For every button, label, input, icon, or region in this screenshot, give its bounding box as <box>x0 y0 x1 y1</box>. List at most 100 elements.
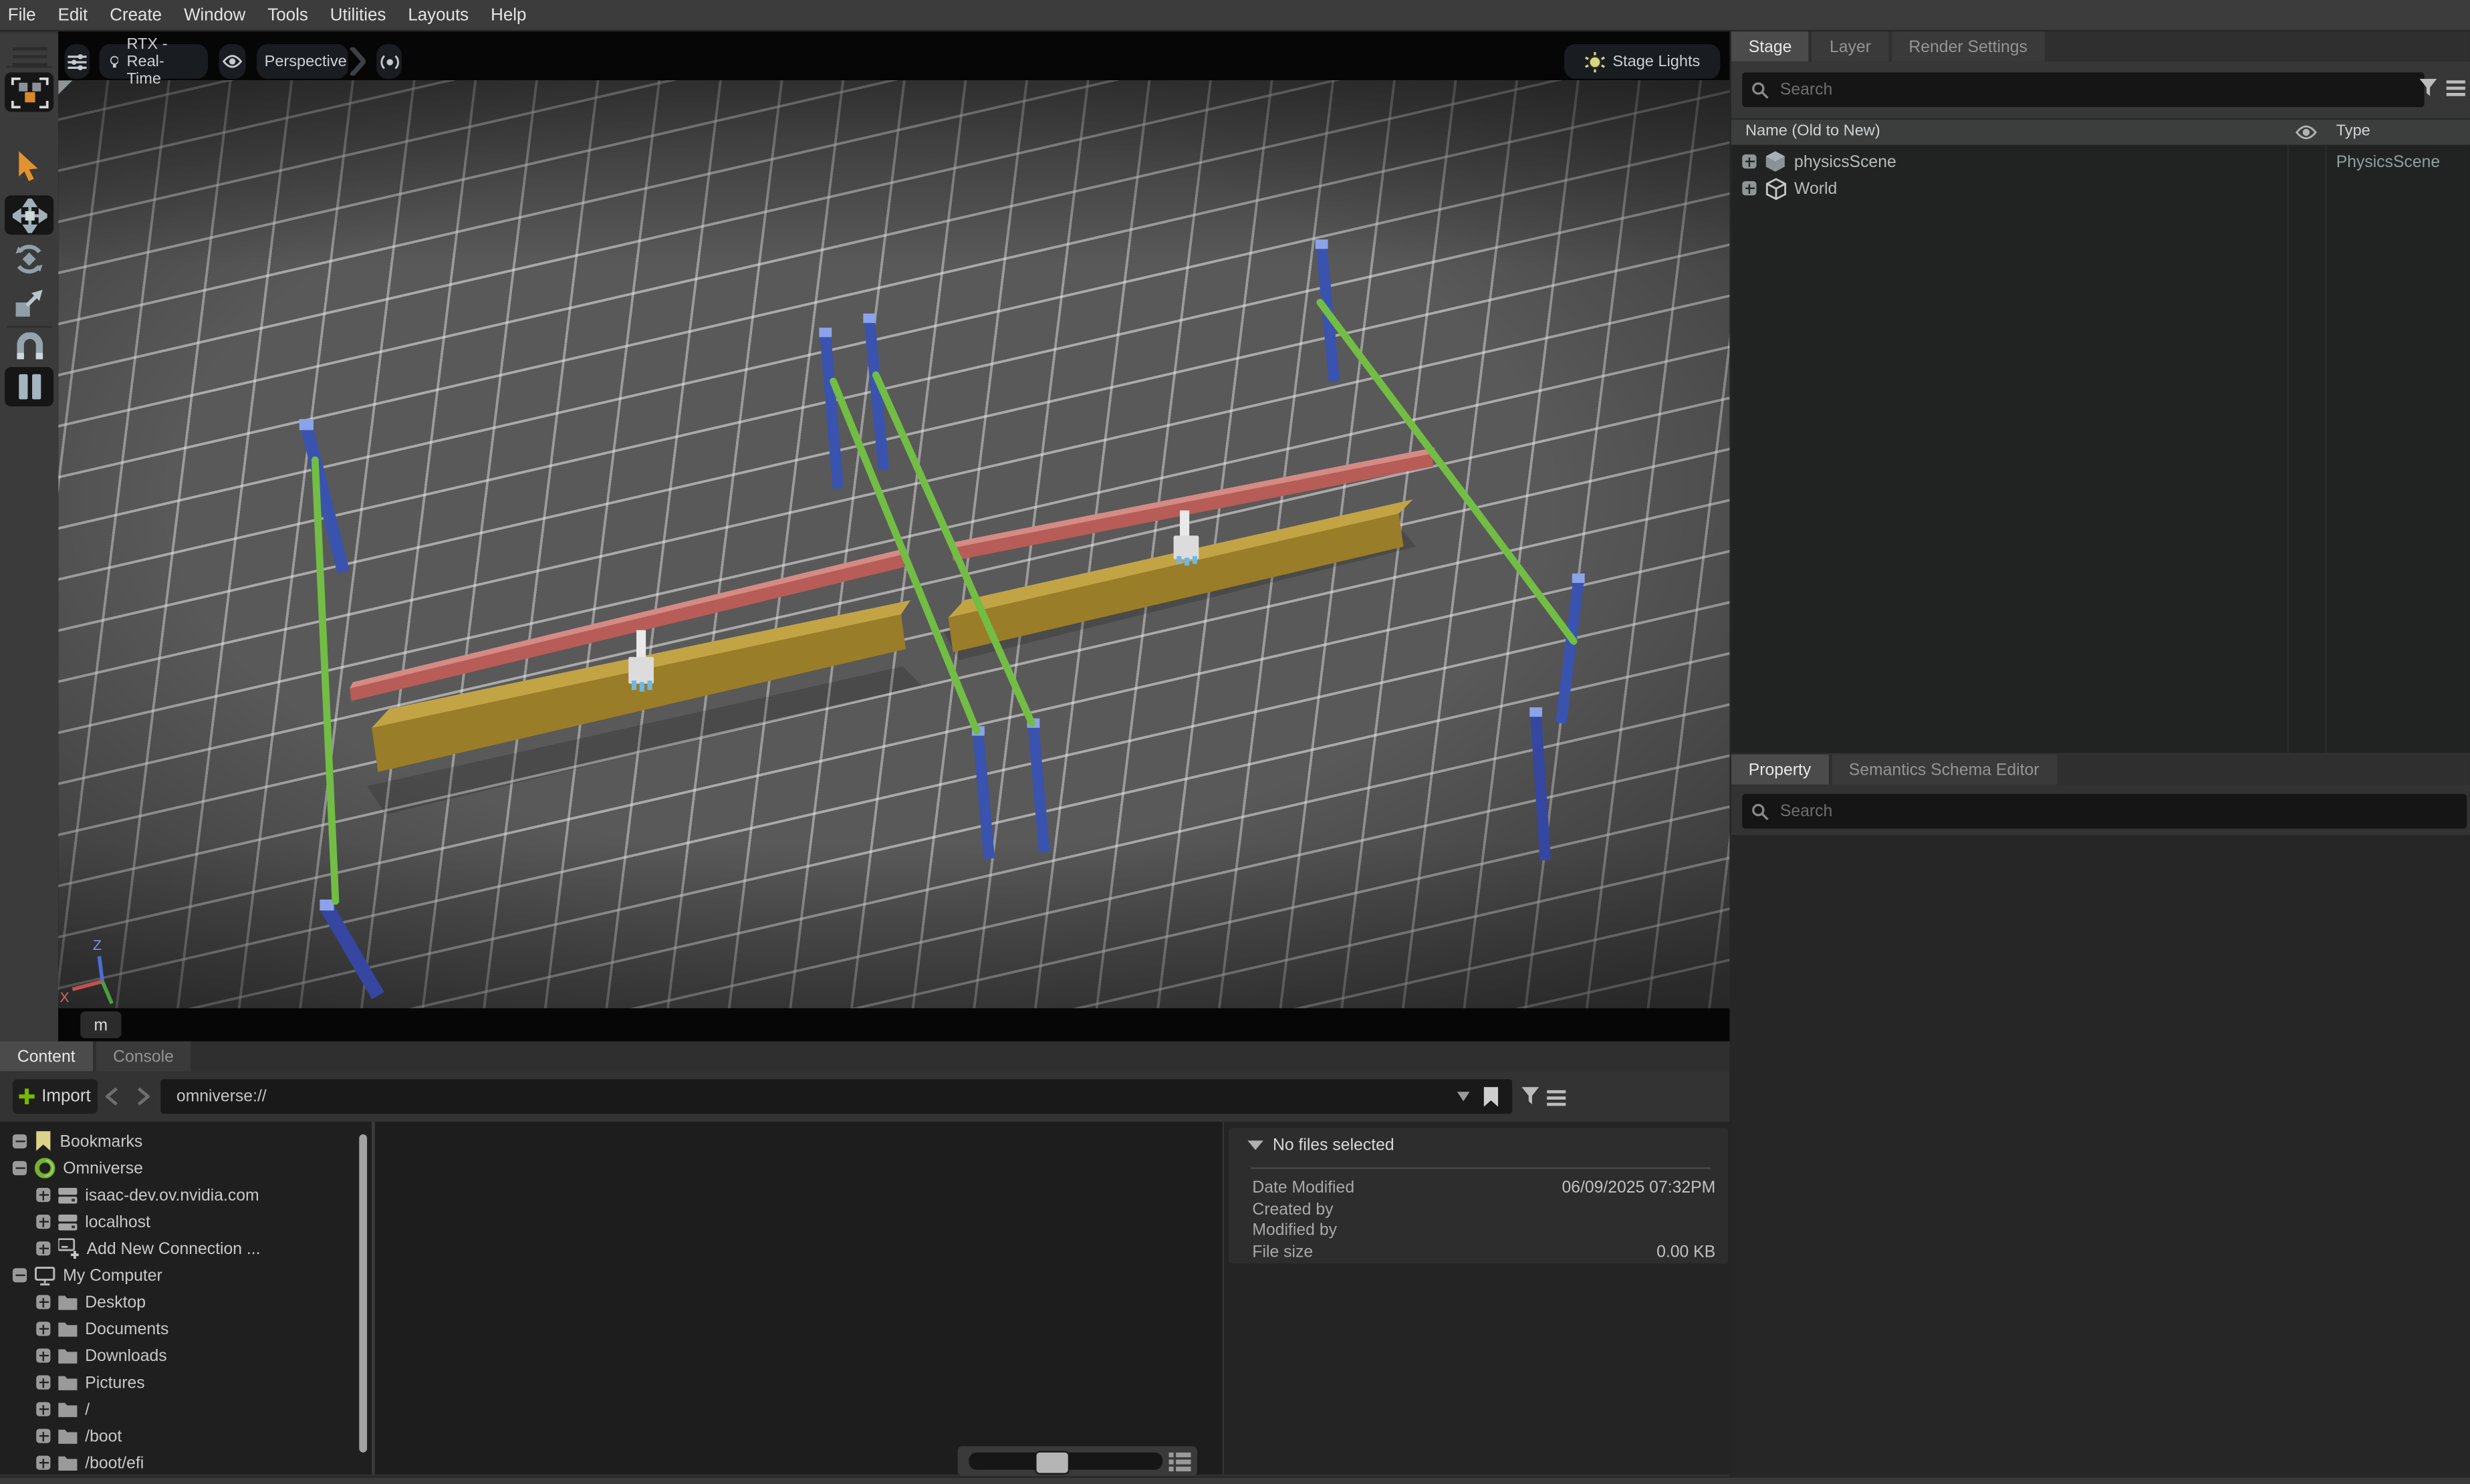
visibility-column-eye-icon[interactable] <box>2295 124 2317 140</box>
menu-help[interactable]: Help <box>491 5 526 24</box>
forward-button[interactable] <box>132 1079 154 1114</box>
renderer-selector[interactable]: RTX - Real-Time <box>99 44 208 79</box>
tree-row-pictures[interactable]: Pictures <box>0 1369 408 1396</box>
path-dropdown-icon[interactable] <box>1457 1092 1470 1101</box>
back-button[interactable] <box>101 1079 123 1114</box>
expand-icon[interactable] <box>36 1188 50 1202</box>
content-tab-bar: Content Console <box>0 1041 1729 1073</box>
options-menu-icon[interactable] <box>1547 1088 1566 1107</box>
stage-search[interactable] <box>1742 72 2424 107</box>
menu-utilities[interactable]: Utilities <box>330 5 386 24</box>
expand-icon[interactable] <box>36 1375 50 1389</box>
tree-row-boot[interactable]: /boot <box>0 1423 408 1449</box>
column-type[interactable]: Type <box>2336 123 2370 140</box>
filter-icon[interactable] <box>1521 1087 1540 1108</box>
rail-green <box>315 302 1574 901</box>
expand-icon[interactable] <box>36 1348 50 1362</box>
tab-render-settings[interactable]: Render Settings <box>1891 31 2044 61</box>
property-search-input[interactable] <box>1777 800 2419 822</box>
collapse-icon[interactable] <box>13 1268 27 1282</box>
tab-content[interactable]: Content <box>0 1041 93 1072</box>
menu-edit[interactable]: Edit <box>58 5 88 24</box>
tree-row-my-computer[interactable]: My Computer <box>0 1262 384 1289</box>
expand-icon[interactable] <box>36 1456 50 1470</box>
tree-scrollbar[interactable] <box>359 1134 367 1453</box>
filter-icon[interactable] <box>2420 79 2439 100</box>
visibility-button[interactable] <box>219 44 246 79</box>
property-body <box>1731 835 2470 1476</box>
scale-tool-button[interactable] <box>0 288 58 318</box>
slider-thumb[interactable] <box>1035 1450 1070 1475</box>
collapse-triangle-icon[interactable] <box>1247 1140 1263 1150</box>
toolbar-drag-handle-icon[interactable] <box>0 43 58 66</box>
tab-semantics-schema-editor[interactable]: Semantics Schema Editor <box>1832 755 2057 785</box>
property-search[interactable] <box>1742 794 2467 829</box>
move-tool-button[interactable] <box>5 195 53 235</box>
expand-icon[interactable] <box>36 1429 50 1443</box>
column-name[interactable]: Name (Old to New) <box>1745 123 1880 140</box>
menu-file[interactable]: File <box>8 5 36 24</box>
tree-row-boot-efi[interactable]: /boot/efi <box>0 1449 408 1476</box>
expand-icon[interactable] <box>1742 181 1756 195</box>
expand-icon[interactable] <box>1742 154 1756 168</box>
tab-stage[interactable]: Stage <box>1731 31 1810 61</box>
import-button[interactable]: Import <box>13 1079 98 1114</box>
tree-row-downloads[interactable]: Downloads <box>0 1342 408 1369</box>
tree-row-documents[interactable]: Documents <box>0 1316 408 1342</box>
prim-name[interactable]: physicsScene <box>1794 152 1896 170</box>
tree-row-add-new-connection[interactable]: Add New Connection ... <box>0 1235 408 1262</box>
prim-type: PhysicsScene <box>2336 152 2440 170</box>
tree-row-localhost[interactable]: localhost <box>0 1209 408 1235</box>
path-bar[interactable] <box>160 1079 1512 1114</box>
magnet-icon <box>13 332 45 360</box>
viewport-3d[interactable]: Z X RTX - Real-Time <box>58 31 1729 1041</box>
menu-create[interactable]: Create <box>110 5 162 24</box>
stage-row-physicsscene[interactable]: physicsScene PhysicsScene <box>1731 148 2470 175</box>
viewport-settings-button[interactable] <box>65 44 90 79</box>
collapse-icon[interactable] <box>13 1134 27 1148</box>
list-view-icon[interactable] <box>1169 1453 1191 1471</box>
path-input[interactable] <box>160 1086 1457 1108</box>
expand-icon[interactable] <box>36 1295 50 1309</box>
stage-tab-bar: Stage Layer Render Settings <box>1731 31 2470 63</box>
pause-button[interactable] <box>5 367 53 406</box>
eye-icon <box>222 53 243 70</box>
stage-search-input[interactable] <box>1777 79 2380 101</box>
chevron-right-icon[interactable] <box>350 47 366 76</box>
expand-icon[interactable] <box>36 1322 50 1336</box>
stage-tree[interactable]: physicsScene PhysicsScene World <box>1731 145 2470 753</box>
tree-row-bookmarks[interactable]: Bookmarks <box>0 1128 384 1154</box>
tree-row-desktop[interactable]: Desktop <box>0 1289 408 1316</box>
tab-layer[interactable]: Layer <box>1812 31 1888 61</box>
stage-lights-button[interactable]: Stage Lights <box>1564 44 1720 79</box>
collapse-icon[interactable] <box>13 1161 27 1175</box>
prim-name[interactable]: World <box>1794 178 1837 197</box>
file-grid-area[interactable] <box>375 1122 1223 1475</box>
menu-layouts[interactable]: Layouts <box>408 5 469 24</box>
rotate-tool-button[interactable] <box>0 243 58 275</box>
tab-property[interactable]: Property <box>1731 755 1828 785</box>
options-menu-icon[interactable] <box>2447 79 2465 98</box>
camera-selector[interactable]: Perspective <box>256 44 348 79</box>
tree-row-root[interactable]: / <box>0 1396 408 1423</box>
stage-tree-header[interactable]: Name (Old to New) Type <box>1731 118 2470 146</box>
capture-button[interactable] <box>376 44 402 79</box>
menu-window[interactable]: Window <box>184 5 245 24</box>
tab-console[interactable]: Console <box>96 1041 191 1072</box>
scene-render[interactable]: Z X <box>58 80 1729 1008</box>
tree-row-omniverse[interactable]: Omniverse <box>0 1154 384 1181</box>
slider-track[interactable] <box>969 1453 1162 1470</box>
content-file-tree[interactable]: Bookmarks Omniverse isaac-dev.ov.nvidia.… <box>0 1122 372 1475</box>
unit-label[interactable]: m <box>80 1011 121 1038</box>
snap-tool-button[interactable] <box>0 332 58 360</box>
expand-icon[interactable] <box>36 1241 50 1255</box>
expand-icon[interactable] <box>36 1215 50 1229</box>
bookmark-icon[interactable] <box>1482 1086 1499 1107</box>
tree-row-isaac-dev[interactable]: isaac-dev.ov.nvidia.com <box>0 1182 408 1209</box>
select-tool-button[interactable] <box>0 151 58 181</box>
stage-row-world[interactable]: World <box>1731 175 2470 202</box>
menu-tools[interactable]: Tools <box>267 5 308 24</box>
select-prims-button[interactable] <box>5 72 53 112</box>
thumbnail-size-slider[interactable] <box>958 1446 1197 1476</box>
expand-icon[interactable] <box>36 1402 50 1416</box>
